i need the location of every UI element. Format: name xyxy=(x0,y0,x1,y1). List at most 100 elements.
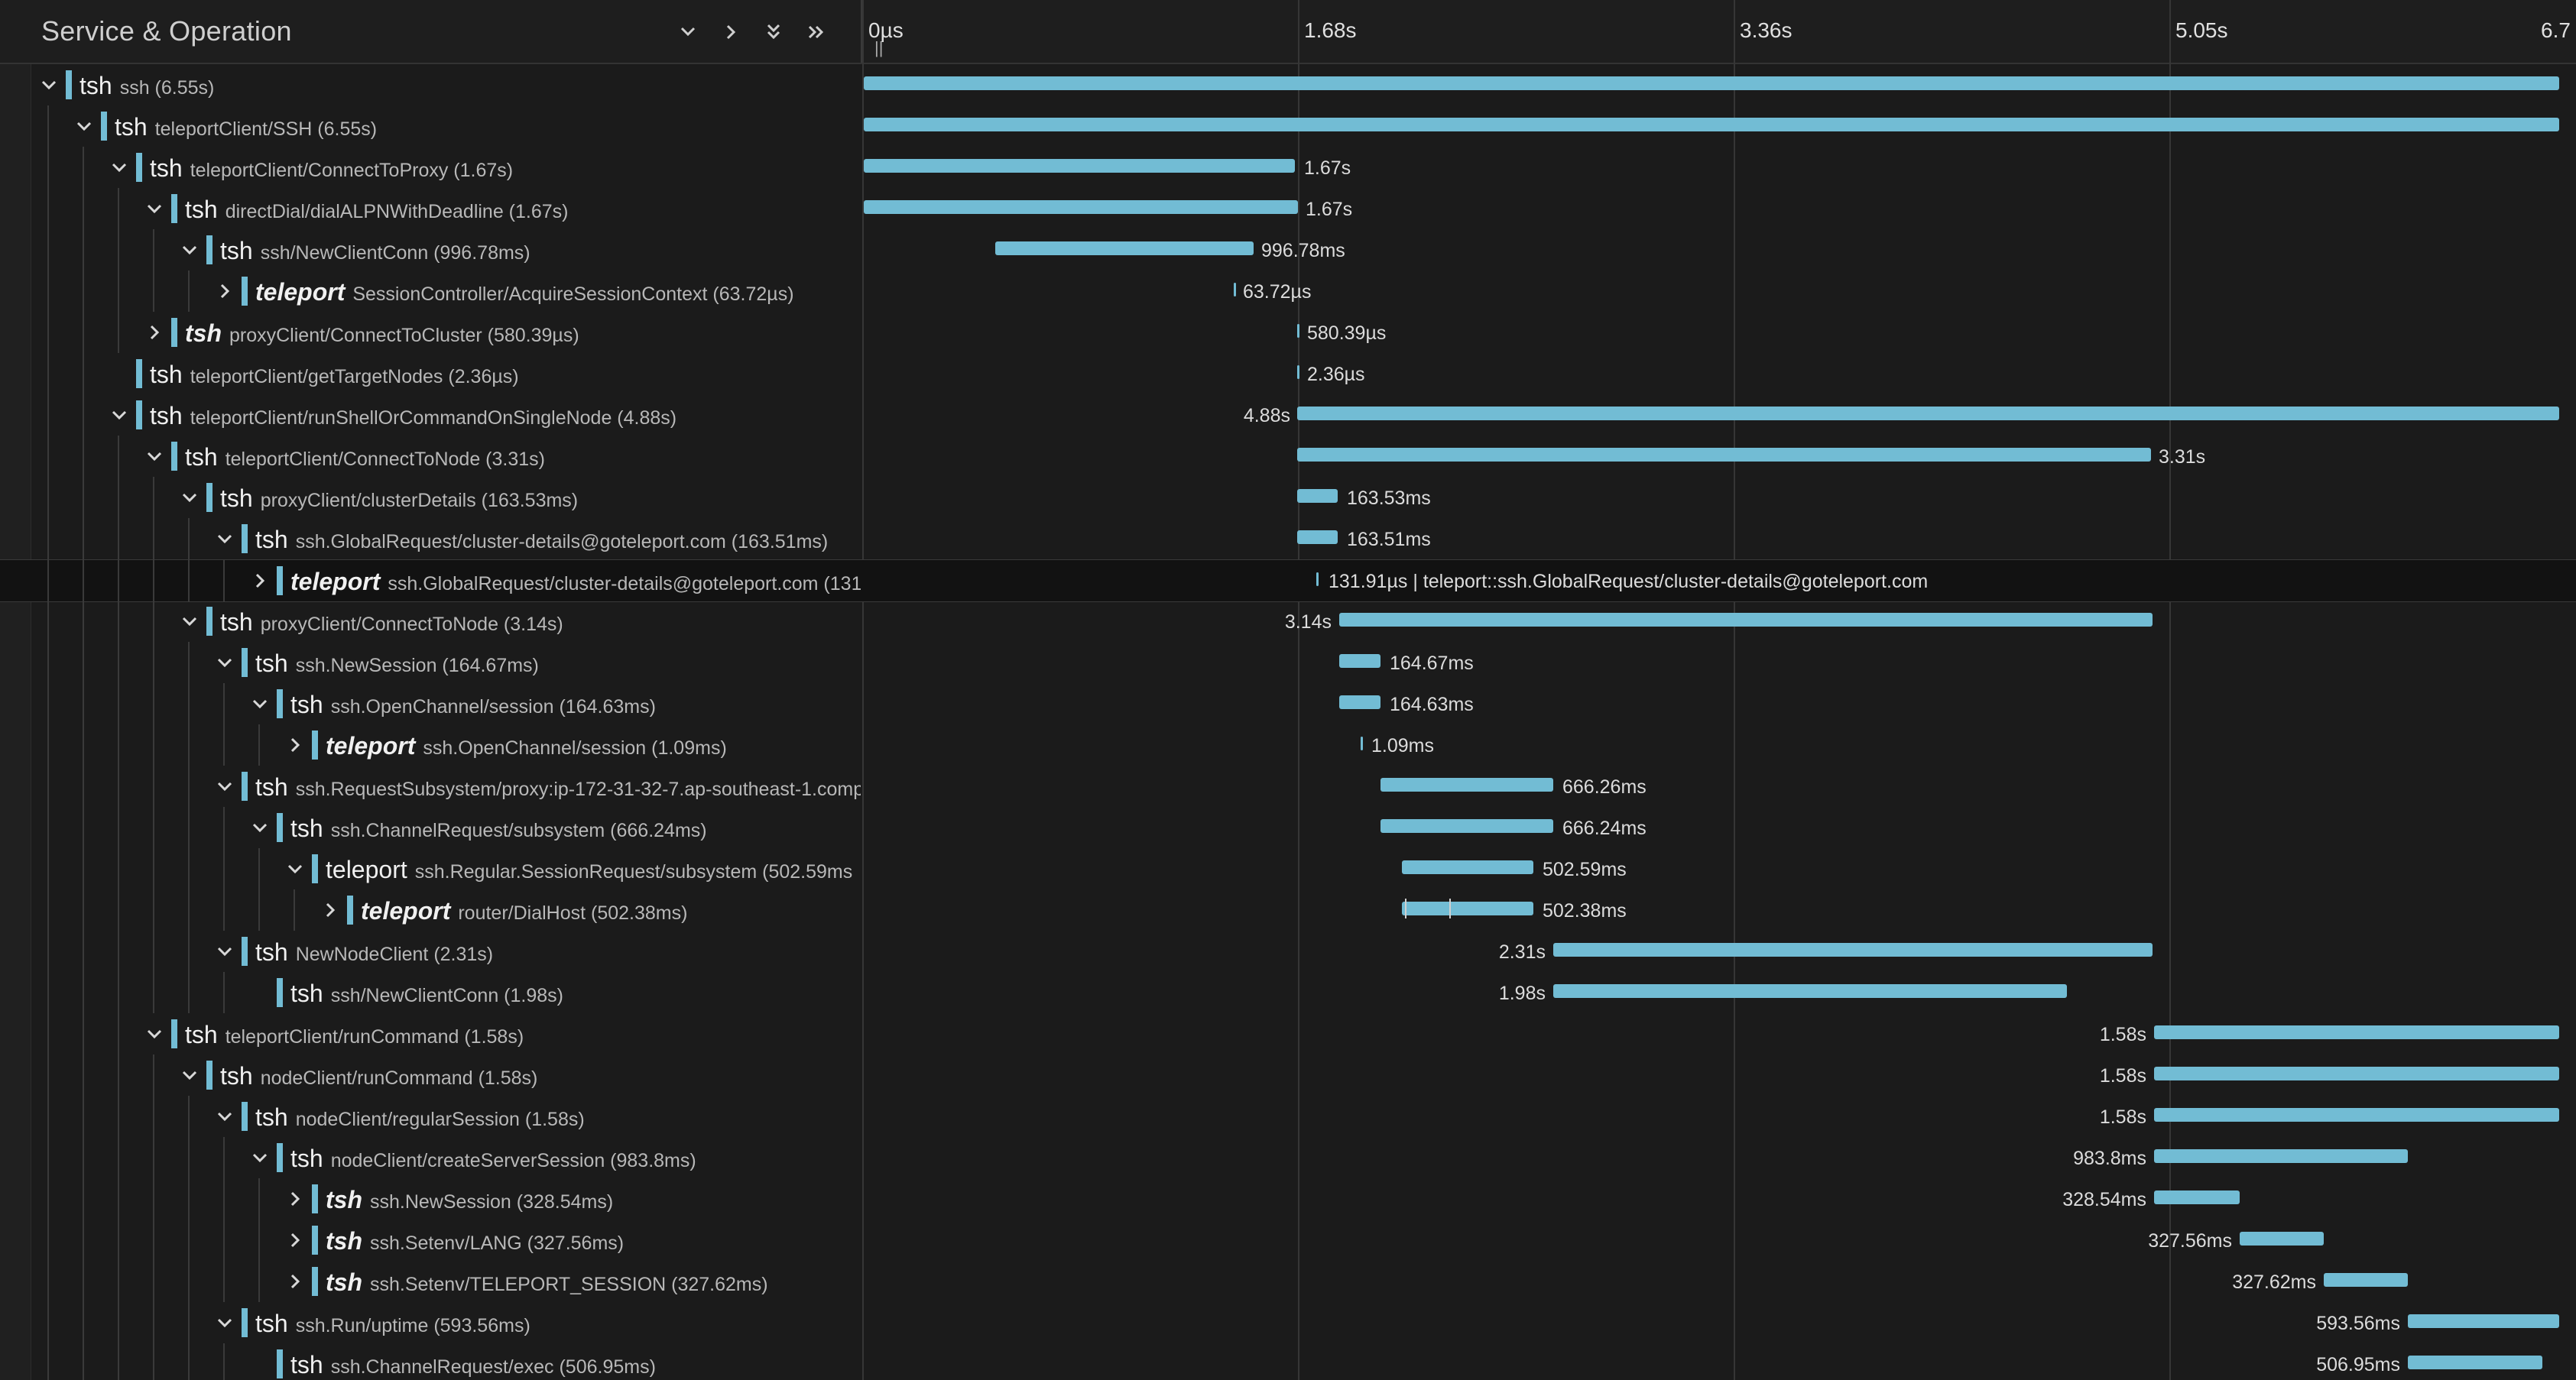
span-name-cell[interactable]: tsh teleportClient/runCommand (1.58s) xyxy=(31,1013,861,1054)
chevron-down-icon[interactable] xyxy=(177,1063,202,1087)
span-duration-bar[interactable] xyxy=(2324,1273,2408,1287)
span-duration-bar[interactable] xyxy=(1297,407,2559,420)
chevron-down-icon[interactable] xyxy=(177,485,202,510)
span-name-cell[interactable]: tsh NewNodeClient (2.31s) xyxy=(31,931,861,972)
chevron-down-icon[interactable] xyxy=(283,857,307,881)
span-row[interactable]: tsh teleportClient/ConnectToNode (3.31s) 3… xyxy=(0,436,2576,477)
span-duration-bar[interactable] xyxy=(1316,572,1319,586)
span-name-cell[interactable]: teleport SessionController/AcquireSession… xyxy=(31,270,861,312)
chevron-down-icon[interactable] xyxy=(142,1022,167,1046)
span-duration-bar[interactable] xyxy=(864,118,2559,131)
chevron-down-icon[interactable] xyxy=(107,403,131,427)
span-duration-bar[interactable] xyxy=(2154,1067,2559,1080)
span-row[interactable]: tsh teleportClient/runShellOrCommandOnSin… xyxy=(0,394,2576,436)
span-name-cell[interactable]: tsh ssh/NewClientConn (1.98s) xyxy=(31,972,861,1013)
span-duration-bar[interactable] xyxy=(2240,1232,2324,1246)
span-row[interactable]: tsh teleportClient/runCommand (1.58s) 1.58… xyxy=(0,1013,2576,1054)
span-name-cell[interactable]: tsh ssh/NewClientConn (996.78ms) xyxy=(31,229,861,270)
span-duration-bar[interactable] xyxy=(2154,1025,2559,1039)
span-row[interactable]: teleport ssh.OpenChannel/session (1.09ms)… xyxy=(0,724,2576,766)
span-row[interactable]: tsh ssh.Run/uptime (593.56ms) 593.56ms xyxy=(0,1302,2576,1343)
span-row[interactable]: tsh ssh/NewClientConn (1.98s) 1.98s xyxy=(0,972,2576,1013)
log-icon[interactable]: LOG xyxy=(858,610,861,636)
chevron-down-icon[interactable] xyxy=(142,444,167,468)
span-row[interactable]: tsh ssh.ChannelRequest/exec (506.95ms) 506… xyxy=(0,1343,2576,1380)
span-duration-bar[interactable] xyxy=(1402,902,1533,915)
span-row[interactable]: tsh proxyClient/clusterDetails (163.53ms)… xyxy=(0,477,2576,518)
span-row[interactable]: tsh directDial/dialALPNWithDeadline (1.67… xyxy=(0,188,2576,229)
chevron-down-icon[interactable] xyxy=(213,774,237,799)
span-row[interactable]: teleport ssh.GlobalRequest/cluster-detail… xyxy=(0,559,2576,602)
expand-all-icon[interactable] xyxy=(801,17,832,47)
span-name-cell[interactable]: tsh teleportClient/runShellOrCommandOnSin… xyxy=(31,394,861,436)
chevron-down-icon[interactable] xyxy=(248,692,272,716)
span-name-cell[interactable]: tsh ssh.Run/uptime (593.56ms) xyxy=(31,1302,861,1343)
span-name-cell[interactable]: teleport router/DialHost (502.38ms) xyxy=(31,889,861,931)
span-duration-bar[interactable] xyxy=(1339,695,1380,709)
span-row[interactable]: tsh ssh.OpenChannel/session (164.63ms) 164… xyxy=(0,683,2576,724)
span-name-cell[interactable]: tsh teleportClient/getTargetNodes (2.36µs… xyxy=(31,353,861,394)
span-row[interactable]: tsh ssh/NewClientConn (996.78ms) 996.78ms xyxy=(0,229,2576,270)
span-row[interactable]: tsh ssh.NewSession (164.67ms) 164.67ms xyxy=(0,642,2576,683)
span-name-cell[interactable]: teleport ssh.GlobalRequest/cluster-detail… xyxy=(31,560,861,601)
chevron-right-icon[interactable] xyxy=(283,1269,307,1294)
span-duration-bar[interactable] xyxy=(2408,1356,2542,1369)
span-duration-bar[interactable] xyxy=(2154,1190,2240,1204)
span-name-cell[interactable]: tsh proxyClient/ConnectToNode (3.14s) LOG xyxy=(31,601,861,642)
chevron-down-icon[interactable] xyxy=(213,1310,237,1335)
span-row[interactable]: tsh ssh.RequestSubsystem/proxy:ip-172-31-… xyxy=(0,766,2576,807)
span-row[interactable]: tsh nodeClient/regularSession (1.58s) 1.58… xyxy=(0,1096,2576,1137)
span-duration-bar[interactable] xyxy=(864,159,1295,173)
span-name-cell[interactable]: tsh ssh.Setenv/TELEPORT_SESSION (327.62ms… xyxy=(31,1261,861,1302)
span-name-cell[interactable]: tsh proxyClient/ConnectToCluster (580.39µ… xyxy=(31,312,861,353)
span-row[interactable]: teleport ssh.Regular.SessionRequest/subsy… xyxy=(0,848,2576,889)
expand-one-icon[interactable] xyxy=(715,17,746,47)
span-row[interactable]: tsh ssh.Setenv/LANG (327.56ms) 327.56ms xyxy=(0,1220,2576,1261)
span-name-cell[interactable]: tsh teleportClient/ConnectToNode (3.31s) xyxy=(31,436,861,477)
chevron-down-icon[interactable] xyxy=(213,939,237,964)
span-row[interactable]: tsh nodeClient/createServerSession (983.8… xyxy=(0,1137,2576,1178)
span-name-cell[interactable]: tsh directDial/dialALPNWithDeadline (1.67… xyxy=(31,188,861,229)
chevron-down-icon[interactable] xyxy=(72,114,96,138)
chevron-right-icon[interactable] xyxy=(318,898,342,922)
span-duration-bar[interactable] xyxy=(1380,778,1553,792)
span-name-cell[interactable]: tsh ssh.ChannelRequest/exec (506.95ms) xyxy=(31,1343,861,1380)
chevron-right-icon[interactable] xyxy=(248,569,272,593)
span-duration-bar[interactable] xyxy=(2154,1149,2408,1163)
span-name-cell[interactable]: tsh teleportClient/SSH (6.55s) xyxy=(31,105,861,147)
span-name-cell[interactable]: tsh ssh.Setenv/LANG (327.56ms) xyxy=(31,1220,861,1261)
chevron-down-icon[interactable] xyxy=(37,73,61,97)
chevron-down-icon[interactable] xyxy=(142,196,167,221)
log-icon[interactable]: LOG xyxy=(858,321,861,347)
span-duration-bar[interactable] xyxy=(1297,324,1299,338)
span-row[interactable]: tsh teleportClient/ConnectToProxy (1.67s)… xyxy=(0,147,2576,188)
span-row[interactable]: tsh ssh.ChannelRequest/subsystem (666.24m… xyxy=(0,807,2576,848)
span-duration-bar[interactable] xyxy=(1297,530,1338,544)
collapse-all-icon[interactable] xyxy=(758,17,789,47)
span-duration-bar[interactable] xyxy=(1553,943,2153,957)
span-row[interactable]: tsh teleportClient/SSH (6.55s) xyxy=(0,105,2576,147)
span-name-cell[interactable]: teleport ssh.Regular.SessionRequest/subsy… xyxy=(31,848,861,889)
span-duration-bar[interactable] xyxy=(1553,984,2067,998)
span-name-cell[interactable]: tsh ssh.NewSession (328.54ms) xyxy=(31,1178,861,1220)
chevron-down-icon[interactable] xyxy=(248,1145,272,1170)
chevron-down-icon[interactable] xyxy=(177,238,202,262)
chevron-down-icon[interactable] xyxy=(177,609,202,633)
span-row[interactable]: tsh ssh.Setenv/TELEPORT_SESSION (327.62ms… xyxy=(0,1261,2576,1302)
span-row[interactable]: tsh ssh (6.55s) xyxy=(0,64,2576,105)
span-name-cell[interactable]: tsh ssh.RequestSubsystem/proxy:ip-172-31-… xyxy=(31,766,861,807)
chevron-down-icon[interactable] xyxy=(213,526,237,551)
span-duration-bar[interactable] xyxy=(1402,860,1533,874)
span-name-cell[interactable]: tsh proxyClient/clusterDetails (163.53ms) xyxy=(31,477,861,518)
span-duration-bar[interactable] xyxy=(1297,489,1338,503)
chevron-down-icon[interactable] xyxy=(107,155,131,180)
span-name-cell[interactable]: tsh nodeClient/regularSession (1.58s) xyxy=(31,1096,861,1137)
span-duration-bar[interactable] xyxy=(864,200,1298,214)
span-name-cell[interactable]: tsh nodeClient/runCommand (1.58s) xyxy=(31,1054,861,1096)
span-duration-bar[interactable] xyxy=(1361,737,1363,750)
span-name-cell[interactable]: tsh ssh.NewSession (164.67ms) xyxy=(31,642,861,683)
collapse-one-icon[interactable] xyxy=(673,17,703,47)
chevron-right-icon[interactable] xyxy=(283,1187,307,1211)
span-row[interactable]: tsh proxyClient/ConnectToNode (3.14s) LOG 3… xyxy=(0,601,2576,642)
span-name-cell[interactable]: tsh ssh.ChannelRequest/subsystem (666.24m… xyxy=(31,807,861,848)
